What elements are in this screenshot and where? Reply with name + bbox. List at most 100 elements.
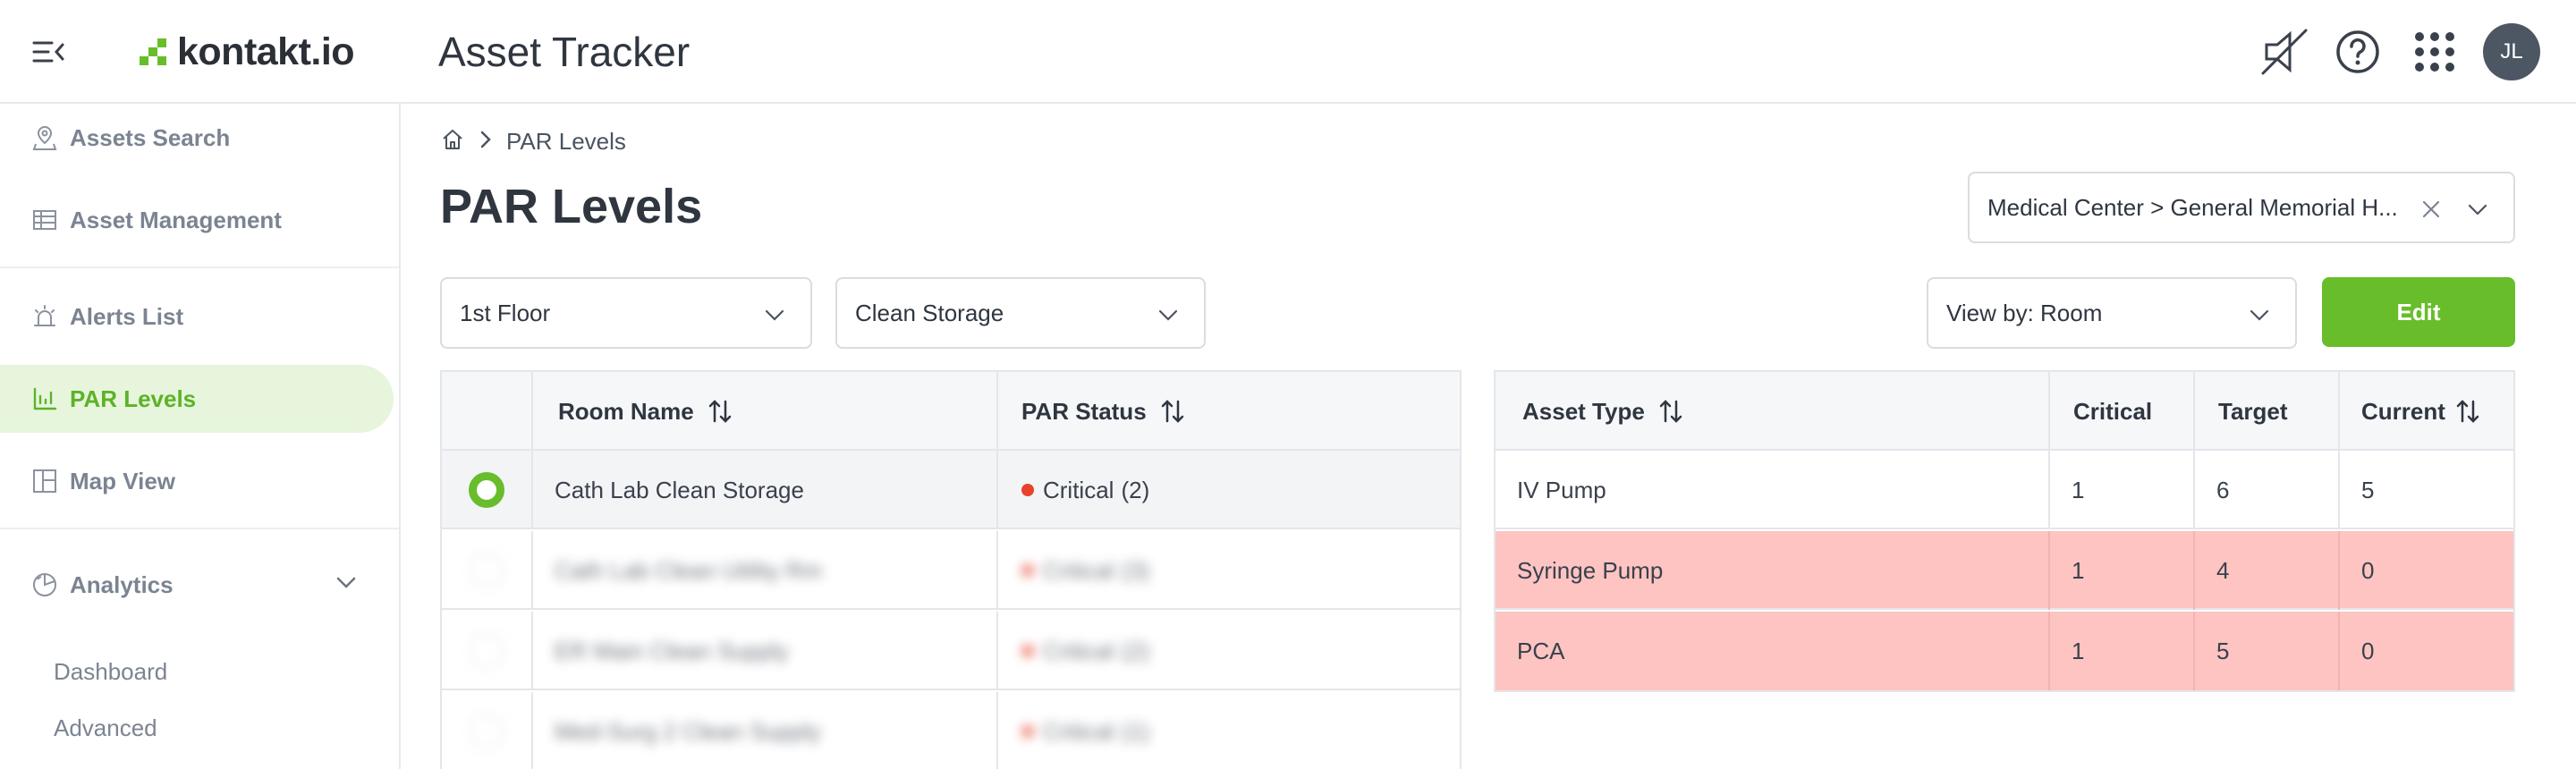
analytics-icon: [29, 569, 61, 601]
chevron-down-icon: [2465, 197, 2490, 222]
home-icon[interactable]: [440, 127, 465, 156]
asset-type-cell: PCA: [1496, 612, 2050, 690]
room-name-header-label: Room Name: [558, 397, 694, 425]
critical-cell: 1: [2050, 531, 2195, 610]
alarm-icon: [29, 300, 61, 333]
asset-type-cell: IV Pump: [1496, 451, 2050, 529]
asset-type-cell: Syringe Pump: [1496, 531, 2050, 610]
sidebar-item-assets-search[interactable]: Assets Search: [0, 104, 394, 172]
status-group: Critical (1): [1021, 718, 1149, 746]
status-count: (3): [1121, 556, 1150, 584]
sort-icon[interactable]: [707, 398, 733, 425]
status-count: (2): [1121, 637, 1150, 664]
current-header[interactable]: Current: [2340, 372, 2513, 451]
map-pin-icon: [29, 122, 61, 154]
current-cell: 0: [2361, 556, 2375, 584]
app-title: Asset Tracker: [438, 29, 691, 75]
chevron-down-icon[interactable]: [333, 569, 360, 596]
table-row[interactable]: Med-Surg 2 Clean Supply Critical (1): [442, 692, 1460, 769]
notifications-off-icon[interactable]: [2258, 25, 2311, 79]
asset-type-header[interactable]: Asset Type: [1496, 372, 2050, 451]
sidebar-item-label: Map View: [70, 467, 176, 494]
current-header-label: Current: [2361, 397, 2445, 425]
chevron-down-icon: [2247, 302, 2272, 327]
table-row[interactable]: Cath Lab Clean Utility Rm Critical (3): [442, 531, 1460, 610]
row-radio[interactable]: [469, 553, 504, 588]
sidebar-item-par-levels[interactable]: PAR Levels: [0, 365, 394, 433]
bar-chart-icon: [29, 383, 61, 415]
target-cell: 6: [2195, 451, 2340, 529]
clear-icon[interactable]: [2419, 197, 2444, 222]
row-select-cell[interactable]: [442, 451, 533, 529]
edit-button[interactable]: Edit: [2322, 277, 2515, 347]
table-row[interactable]: ER Main Clean Supply Critical (2): [442, 612, 1460, 690]
floor-select[interactable]: 1st Floor: [440, 277, 812, 349]
sidebar-subitem-advanced[interactable]: Advanced: [54, 714, 157, 742]
table-row: IV Pump 1 6 5: [1496, 451, 2513, 529]
sidebar-subitem-dashboard[interactable]: Dashboard: [54, 658, 167, 686]
sort-icon[interactable]: [1657, 398, 1684, 425]
par-status-cell: Critical (3): [998, 531, 1460, 610]
sidebar-divider: [0, 528, 399, 529]
critical-status-dot: [1021, 564, 1034, 577]
sort-icon[interactable]: [2454, 398, 2481, 425]
par-status-cell: Critical (1): [998, 692, 1460, 769]
sidebar-divider: [0, 266, 399, 268]
room-type-select[interactable]: Clean Storage: [835, 277, 1206, 349]
critical-cell: 1: [2050, 451, 2195, 529]
sidebar-item-alerts-list[interactable]: Alerts List: [0, 283, 394, 351]
select-column-header: [442, 372, 533, 451]
room-name-cell: Cath Lab Clean Storage: [533, 451, 998, 529]
sidebar-item-label: Assets Search: [70, 123, 231, 151]
apps-grid-icon[interactable]: [2408, 25, 2462, 79]
row-radio[interactable]: [469, 714, 504, 749]
logo-text: kontakt.io: [177, 30, 355, 73]
view-by-select[interactable]: View by: Room: [1927, 277, 2297, 349]
status-count: (1): [1121, 717, 1150, 745]
status-text: Critical: [1043, 717, 1114, 745]
sidebar-item-label: PAR Levels: [70, 384, 197, 412]
breadcrumb-current: PAR Levels: [506, 127, 626, 155]
par-status-cell: Critical (2): [998, 612, 1460, 690]
status-text: Critical: [1043, 637, 1114, 664]
room-name-header[interactable]: Room Name: [533, 372, 998, 451]
help-icon[interactable]: [2331, 25, 2385, 79]
row-select-cell[interactable]: [442, 692, 533, 769]
room-name-text: ER Main Clean Supply: [555, 637, 789, 664]
view-by-select-value: View by: Room: [1946, 299, 2103, 326]
par-status-header-label: PAR Status: [1021, 397, 1147, 425]
sort-icon[interactable]: [1159, 398, 1186, 425]
menu-collapse-icon[interactable]: [30, 34, 66, 70]
target-cell: 5: [2195, 612, 2340, 690]
kontakt-logo[interactable]: kontakt.io: [136, 27, 355, 77]
room-type-select-value: Clean Storage: [855, 299, 1004, 326]
page-title: PAR Levels: [440, 180, 703, 233]
sidebar: Assets Search Asset Management Alerts Li…: [0, 104, 401, 769]
status-count: (2): [1121, 476, 1150, 503]
table-icon: [29, 204, 61, 236]
logo-mark-icon: [136, 35, 170, 69]
layout-icon: [29, 465, 61, 497]
current-cell: 5: [2361, 476, 2375, 503]
floor-select-value: 1st Floor: [460, 299, 551, 326]
row-select-cell[interactable]: [442, 612, 533, 690]
critical-status-dot: [1021, 725, 1034, 738]
row-radio[interactable]: [469, 472, 504, 508]
status-group: Critical (3): [1021, 557, 1149, 585]
rooms-table: Room Name PAR Status Cath Lab Clean Stor…: [440, 370, 1462, 769]
app-header: kontakt.io Asset Tracker JL: [0, 0, 2576, 104]
room-name-cell: Cath Lab Clean Utility Rm: [533, 531, 998, 610]
user-avatar[interactable]: JL: [2483, 23, 2540, 80]
row-radio[interactable]: [469, 633, 504, 669]
critical-cell: 1: [2050, 612, 2195, 690]
critical-header: Critical: [2050, 372, 2195, 451]
sidebar-item-map-view[interactable]: Map View: [0, 447, 394, 515]
par-status-header[interactable]: PAR Status: [998, 372, 1460, 451]
row-select-cell[interactable]: [442, 531, 533, 610]
chevron-right-icon: [478, 130, 494, 154]
sidebar-item-asset-management[interactable]: Asset Management: [0, 186, 394, 254]
location-filter[interactable]: Medical Center > General Memorial H...: [1968, 172, 2515, 243]
table-row[interactable]: Cath Lab Clean Storage Critical (2): [442, 451, 1460, 529]
critical-status-dot: [1021, 484, 1034, 496]
asset-types-table-header: Asset Type Critical Target Current: [1496, 372, 2513, 451]
